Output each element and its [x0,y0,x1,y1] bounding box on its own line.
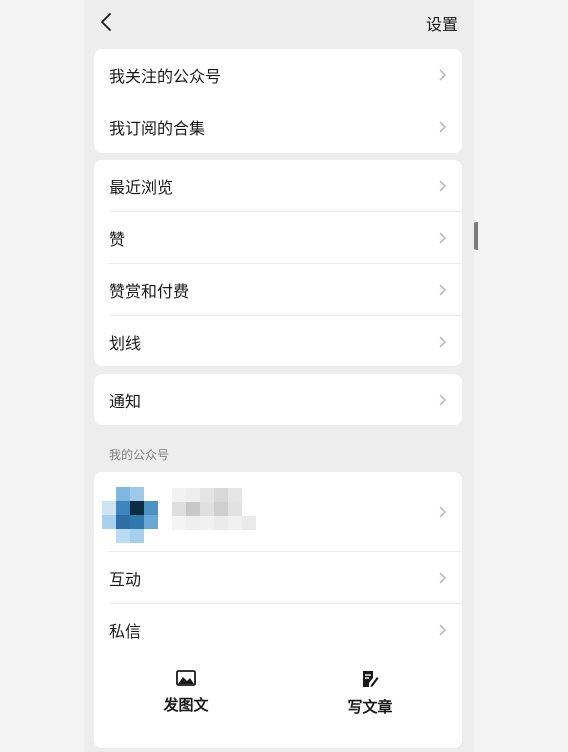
menu-item-recent-views[interactable]: 最近浏览 [94,160,462,212]
back-button[interactable] [92,8,120,36]
edit-document-icon [363,671,379,687]
chevron-right-icon [439,624,446,636]
chevron-right-icon [439,69,446,81]
menu-item-subscribed-collections[interactable]: 我订阅的合集 [94,101,462,153]
menu-item-label: 最近浏览 [109,178,174,197]
menu-item-interactions[interactable]: 互动 [94,552,462,604]
outer-background-left [0,0,84,752]
account-profile-row[interactable] [94,472,462,552]
outer-background-right [474,0,568,752]
menu-item-likes[interactable]: 赞 [94,212,462,264]
menu-item-label: 赞 [109,230,126,249]
menu-item-label: 通知 [109,391,142,411]
action-label: 写文章 [347,698,393,716]
menu-item-followed-accounts[interactable]: 我关注的公众号 [94,49,462,101]
chevron-right-icon [439,336,446,348]
chevron-right-icon [439,572,446,584]
action-label: 发图文 [163,696,209,714]
chevron-right-icon [439,506,446,518]
subscriptions-card: 我关注的公众号 我订阅的合集 [94,49,462,153]
chevron-right-icon [439,394,446,405]
menu-item-label: 私信 [109,622,142,641]
write-article-button[interactable]: 写文章 [278,656,462,744]
menu-item-label: 赞赏和付费 [109,282,190,301]
chevron-right-icon [439,180,446,192]
settings-link[interactable]: 设置 [426,11,458,35]
top-bar: 设置 [84,0,474,44]
my-account-card: 互动 私信 发图文 写文章 [94,472,462,748]
menu-item-private-messages[interactable]: 私信 [94,604,462,656]
post-image-text-button[interactable]: 发图文 [94,656,278,744]
menu-item-label: 划线 [109,334,142,353]
activity-card: 最近浏览 赞 赞赏和付费 划线 [94,160,462,366]
menu-item-label: 我关注的公众号 [109,67,222,86]
menu-item-notifications[interactable]: 通知 [94,374,462,425]
menu-item-highlights[interactable]: 划线 [94,316,462,366]
account-name-pixelated [172,488,256,530]
menu-item-tips-and-payments[interactable]: 赞赏和付费 [94,264,462,316]
notify-card: 通知 [94,374,462,425]
account-avatar [102,485,162,545]
profile-screen: 设置 我关注的公众号 我订阅的合集 最近浏览 赞 赞赏和付费 划线 通知 我的公… [84,0,474,752]
menu-item-label: 我订阅的合集 [109,119,206,138]
chevron-right-icon [439,232,446,244]
chevron-right-icon [439,284,446,296]
menu-item-label: 互动 [109,570,142,589]
chevron-left-icon [101,13,111,31]
account-actions: 发图文 写文章 [94,656,462,744]
section-title-my-account: 我的公众号 [109,448,170,462]
chevron-right-icon [439,121,446,133]
image-icon [176,670,196,686]
